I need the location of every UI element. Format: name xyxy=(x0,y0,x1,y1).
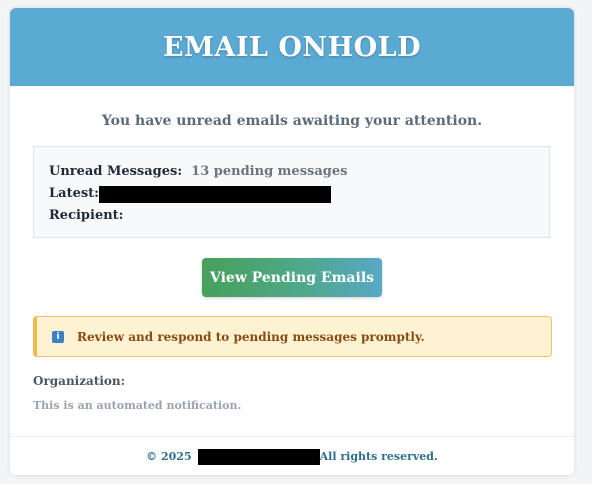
page-title: EMAIL ONHOLD xyxy=(162,31,422,63)
details-box: Unread Messages: 13 pending messages Lat… xyxy=(33,146,550,238)
redacted-company xyxy=(197,448,320,465)
info-icon: i xyxy=(52,330,64,343)
view-pending-emails-button[interactable]: View Pending Emails xyxy=(202,258,382,297)
unread-value: 13 pending messages xyxy=(191,164,348,179)
intro-text: You have unread emails awaiting your att… xyxy=(101,113,483,129)
latest-label: Latest: xyxy=(49,186,99,201)
header-banner: EMAIL ONHOLD xyxy=(10,8,574,86)
footer-rights: All rights reserved. xyxy=(319,450,438,463)
email-card: EMAIL ONHOLD You have unread emails awai… xyxy=(10,8,574,475)
recipient-label: Recipient: xyxy=(49,208,124,223)
redacted-latest xyxy=(98,185,331,203)
unread-row: Unread Messages: 13 pending messages xyxy=(49,161,534,183)
notice-text: Review and respond to pending messages p… xyxy=(77,329,425,344)
footer-copyright: © 2025 xyxy=(146,450,192,463)
organization-label: Organization: xyxy=(33,374,126,388)
unread-label: Unread Messages: xyxy=(49,164,183,179)
notice-banner: i Review and respond to pending messages… xyxy=(33,316,552,357)
recipient-row: Recipient: xyxy=(49,205,534,227)
latest-row: Latest: xyxy=(49,183,534,205)
footer: © 2025 All rights reserved. xyxy=(10,436,574,475)
automated-notice: This is an automated notification. xyxy=(33,399,242,412)
